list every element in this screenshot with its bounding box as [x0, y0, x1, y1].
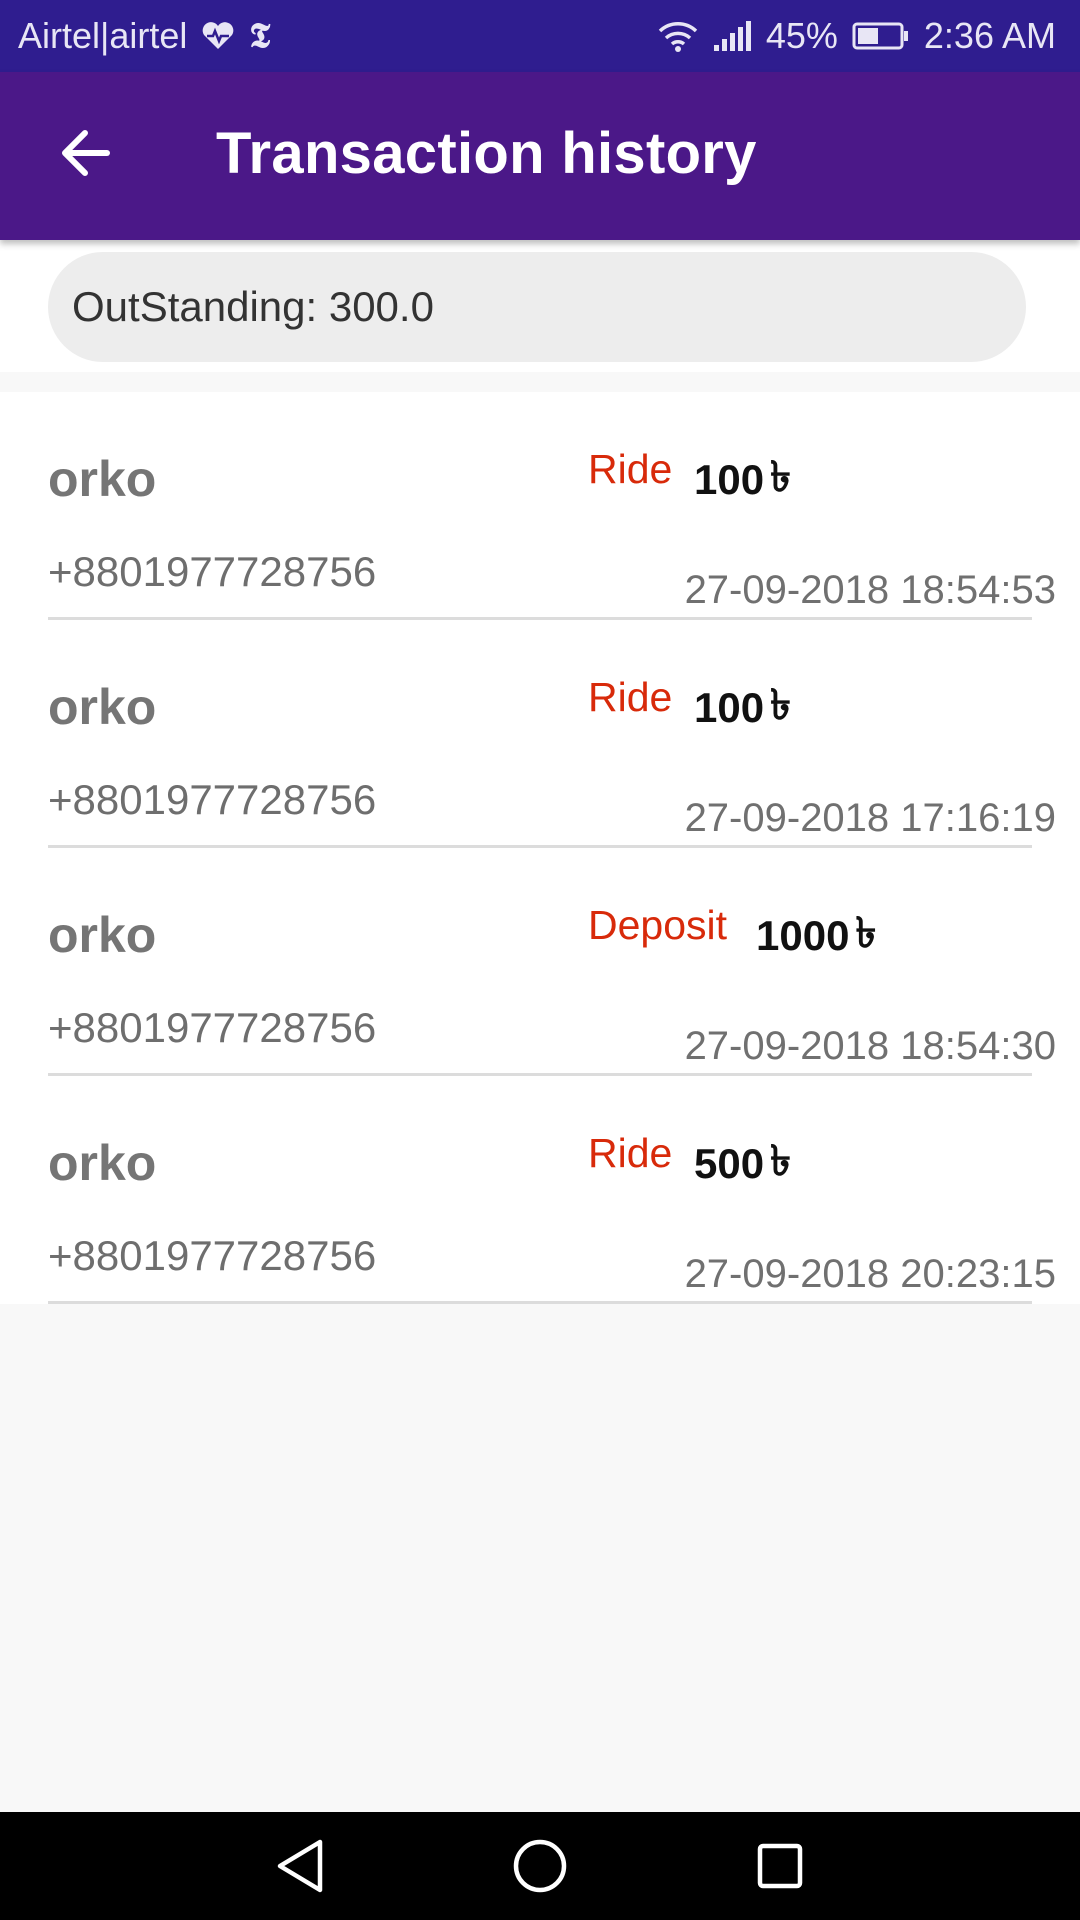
amount-value: 500	[694, 1139, 765, 1187]
page-title: Transaction history	[216, 121, 757, 186]
transaction-name: orko	[48, 451, 157, 507]
recents-square-icon	[757, 1843, 803, 1889]
transaction-type: Deposit	[588, 902, 728, 948]
nav-back-button[interactable]	[268, 1834, 332, 1898]
status-bar: Airtel|airtel 𝕿 45% 2:36 AM	[0, 0, 1080, 72]
system-nav-bar	[0, 1812, 1080, 1920]
news-app-icon: 𝕿	[249, 16, 271, 56]
taka-currency-icon: ৳	[855, 909, 877, 956]
transaction-date: 27-09-2018 20:23:15	[684, 1252, 1056, 1296]
app-bar: Transaction history	[0, 72, 1080, 240]
transaction-amount: 100 ৳	[694, 672, 791, 743]
amount-value: 1000	[756, 911, 850, 959]
health-heart-icon	[201, 21, 235, 51]
battery-percent: 45%	[765, 15, 838, 56]
nav-home-button[interactable]	[508, 1834, 572, 1898]
outstanding-text: OutStanding: 300.0	[72, 283, 434, 330]
amount-value: 100	[694, 455, 765, 503]
transaction-list: orko Ride 100 ৳ +8801977728756 27-09-201…	[0, 392, 1080, 1304]
transaction-phone: +8801977728756	[48, 1004, 377, 1051]
carrier-label: Airtel|airtel	[18, 15, 188, 56]
back-triangle-icon	[277, 1839, 323, 1893]
transaction-name: orko	[48, 1135, 157, 1191]
outstanding-badge: OutStanding: 300.0	[48, 252, 1026, 362]
outstanding-section: OutStanding: 300.0	[0, 240, 1080, 372]
transaction-amount: 500 ৳	[694, 1128, 791, 1199]
transaction-date: 27-09-2018 18:54:30	[684, 1024, 1056, 1068]
battery-icon	[852, 21, 910, 51]
transaction-row[interactable]: orko Deposit 1000 ৳ +8801977728756 27-09…	[0, 848, 1080, 1076]
transaction-name: orko	[48, 679, 157, 735]
back-button[interactable]	[52, 122, 118, 188]
home-circle-icon	[513, 1839, 567, 1893]
taka-currency-icon: ৳	[770, 681, 791, 728]
transaction-type: Ride	[588, 446, 673, 492]
transaction-phone: +8801977728756	[48, 1232, 377, 1279]
transaction-date: 27-09-2018 17:16:19	[684, 796, 1056, 840]
transaction-phone: +8801977728756	[48, 776, 377, 823]
clock: 2:36 AM	[923, 15, 1056, 56]
transaction-type: Ride	[588, 674, 673, 720]
taka-currency-icon: ৳	[770, 453, 791, 500]
transaction-type: Ride	[588, 1130, 673, 1176]
arrow-back-icon	[57, 125, 113, 186]
transaction-row[interactable]: orko Ride 500 ৳ +8801977728756 27-09-201…	[0, 1076, 1080, 1304]
transaction-amount: 1000 ৳	[756, 900, 876, 971]
transaction-name: orko	[48, 907, 157, 963]
amount-value: 100	[694, 683, 765, 731]
signal-icon	[712, 19, 752, 53]
taka-currency-icon: ৳	[770, 1137, 791, 1184]
transaction-phone: +8801977728756	[48, 548, 377, 595]
status-left: Airtel|airtel 𝕿	[18, 15, 270, 57]
transaction-date: 27-09-2018 18:54:53	[684, 568, 1056, 612]
nav-recents-button[interactable]	[748, 1834, 812, 1898]
wifi-icon	[658, 19, 698, 53]
row-divider	[48, 1301, 1032, 1304]
transaction-row[interactable]: orko Ride 100 ৳ +8801977728756 27-09-201…	[0, 620, 1080, 848]
status-right: 45% 2:36 AM	[658, 15, 1056, 57]
transaction-amount: 100 ৳	[694, 444, 791, 515]
transaction-row[interactable]: orko Ride 100 ৳ +8801977728756 27-09-201…	[0, 392, 1080, 620]
